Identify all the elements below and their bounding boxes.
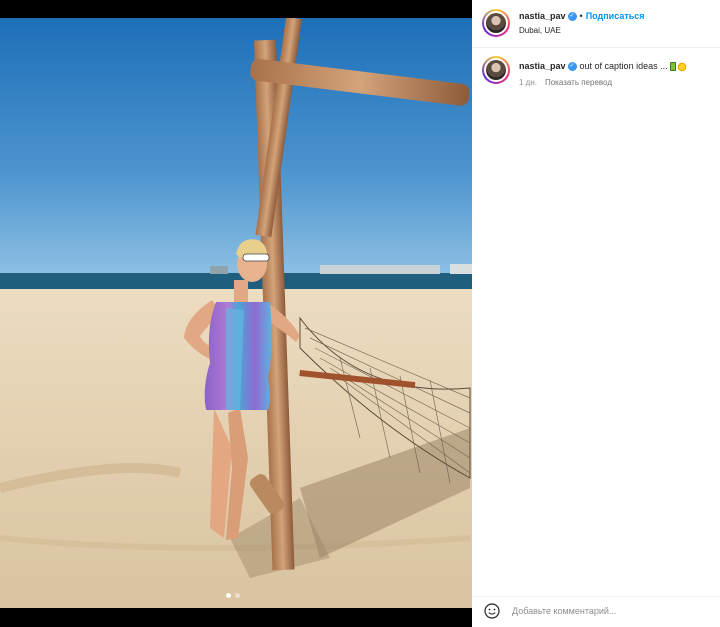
caption-meta: 1 дн. Показать перевод xyxy=(519,78,612,87)
post-side-panel: nastia_pav ✓ • Подписаться Dubai, UAE nasti… xyxy=(472,0,720,627)
separator-dot: • xyxy=(579,11,583,21)
post-media xyxy=(0,0,472,627)
post-photo[interactable] xyxy=(0,18,472,608)
post-header: nastia_pav ✓ • Подписаться Dubai, UAE xyxy=(472,0,720,48)
battery-icon xyxy=(669,62,676,72)
avatar[interactable] xyxy=(482,56,510,84)
location-link[interactable]: Dubai, UAE xyxy=(519,26,561,35)
carousel-dot[interactable] xyxy=(235,593,240,598)
smile-icon[interactable] xyxy=(484,603,500,619)
header-user-line: nastia_pav ✓ • Подписаться xyxy=(519,11,645,22)
comment-input[interactable] xyxy=(512,603,712,619)
follow-button[interactable]: Подписаться xyxy=(586,11,645,21)
avatar[interactable] xyxy=(482,9,510,37)
caption-text: out of caption ideas ... xyxy=(579,61,668,71)
carousel-dot[interactable] xyxy=(226,593,231,598)
media-top-bar xyxy=(0,0,472,18)
comment-bar xyxy=(472,596,720,627)
media-bottom-bar xyxy=(0,608,472,627)
username-link[interactable]: nastia_pav xyxy=(519,11,566,21)
carousel-indicator xyxy=(226,593,240,598)
caption-line: nastia_pav ✓ out of caption ideas ... xyxy=(519,61,687,72)
verified-icon: ✓ xyxy=(567,12,577,22)
sun-icon xyxy=(676,61,687,72)
instagram-post-view: nastia_pav ✓ • Подписаться Dubai, UAE nasti… xyxy=(0,0,720,627)
show-translation-button[interactable]: Показать перевод xyxy=(545,78,612,87)
caption-username-link[interactable]: nastia_pav xyxy=(519,61,566,71)
post-time[interactable]: 1 дн. xyxy=(519,78,537,87)
verified-icon: ✓ xyxy=(567,62,577,72)
